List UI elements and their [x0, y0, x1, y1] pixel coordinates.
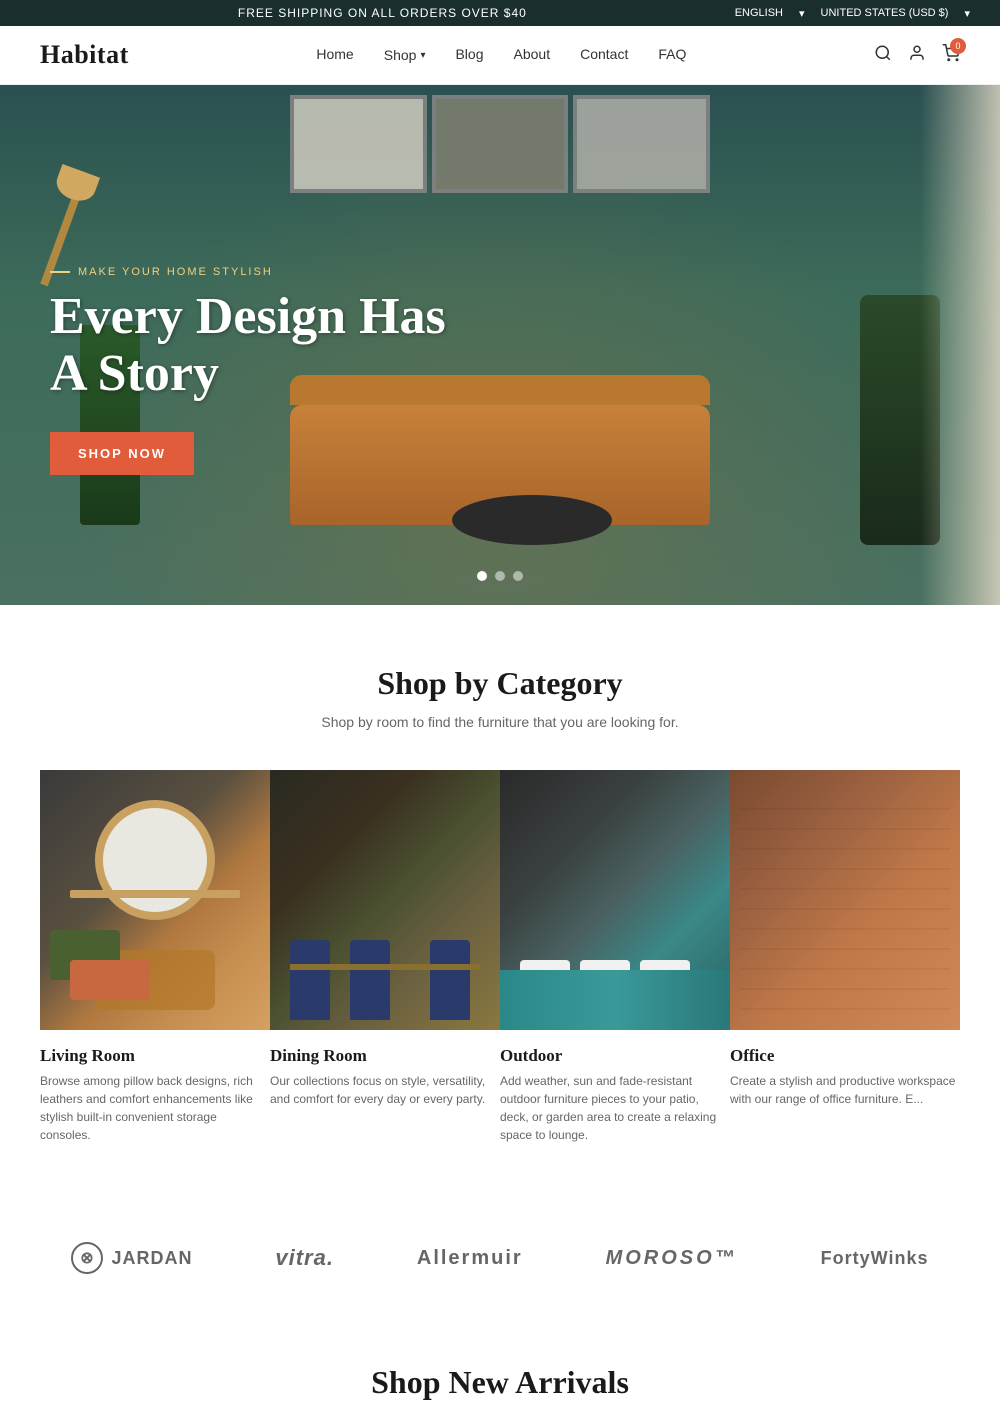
top-bar-announcement: FREE SHIPPING ON ALL ORDERS OVER $40	[30, 6, 735, 20]
category-name-dining: Dining Room	[270, 1046, 500, 1066]
nav-faq[interactable]: FAQ	[658, 46, 686, 62]
category-card-outdoor[interactable]: Outdoor Add weather, sun and fade-resist…	[500, 770, 730, 1152]
category-desc-office: Create a stylish and productive workspac…	[730, 1072, 960, 1108]
jardan-icon: ⊗	[71, 1242, 103, 1274]
dining-table	[290, 964, 480, 970]
brand-jardan[interactable]: ⊗ JARDAN	[71, 1242, 192, 1274]
hero-title: Every Design Has A Story	[50, 288, 450, 402]
hero-dot-2[interactable]	[495, 571, 505, 581]
brands-section: ⊗ JARDAN vitra. Allermuir MOROSO™ FortyW…	[0, 1192, 1000, 1324]
account-icon[interactable]	[908, 44, 926, 67]
category-section-subtitle: Shop by room to find the furniture that …	[40, 714, 960, 730]
brand-fortywinks[interactable]: FortyWinks	[821, 1248, 929, 1269]
allermuir-label: Allermuir	[417, 1247, 523, 1269]
category-img-dining	[270, 770, 500, 1030]
category-card-dining[interactable]: Dining Room Our collections focus on sty…	[270, 770, 500, 1152]
language-arrow: ▾	[799, 7, 805, 20]
brand-vitra[interactable]: vitra.	[275, 1245, 334, 1271]
fortywinks-label: FortyWinks	[821, 1248, 929, 1268]
cushion-orange	[70, 960, 150, 1000]
hero-frame-3	[573, 95, 710, 193]
brand-moroso[interactable]: MOROSO™	[606, 1247, 738, 1270]
brands-row: ⊗ JARDAN vitra. Allermuir MOROSO™ FortyW…	[40, 1242, 960, 1274]
nav-blog[interactable]: Blog	[455, 46, 483, 62]
category-info-living: Living Room Browse among pillow back des…	[40, 1030, 270, 1152]
jardan-label: JARDAN	[111, 1248, 192, 1269]
nav-contact[interactable]: Contact	[580, 46, 628, 62]
category-desc-outdoor: Add weather, sun and fade-resistant outd…	[500, 1072, 730, 1144]
dining-chair-2	[350, 940, 390, 1020]
language-selector[interactable]: ENGLISH	[735, 7, 783, 19]
hero-frame-1	[290, 95, 427, 193]
nav-shop[interactable]: Shop ▾	[384, 47, 426, 63]
category-img-office	[730, 770, 960, 1030]
hero-dot-3[interactable]	[513, 571, 523, 581]
header: Habitat Home Shop ▾ Blog About Contact F…	[0, 26, 1000, 85]
cart-badge: 0	[950, 38, 966, 54]
hero-section: MAKE YOUR HOME STYLISH Every Design Has …	[0, 85, 1000, 605]
hero-slider-dots	[477, 571, 523, 581]
pool-decoration	[500, 970, 730, 1030]
hero-eyebrow: MAKE YOUR HOME STYLISH	[50, 266, 450, 278]
search-icon[interactable]	[874, 44, 892, 67]
category-section-title: Shop by Category	[40, 665, 960, 702]
mirror-decoration	[95, 800, 215, 920]
category-section: Shop by Category Shop by room to find th…	[0, 605, 1000, 1192]
hero-frame-2	[432, 95, 569, 193]
vitra-label: vitra.	[275, 1245, 334, 1270]
category-name-outdoor: Outdoor	[500, 1046, 730, 1066]
category-name-office: Office	[730, 1046, 960, 1066]
nav-home[interactable]: Home	[316, 46, 353, 62]
category-img-outdoor	[500, 770, 730, 1030]
category-name-living: Living Room	[40, 1046, 270, 1066]
main-nav: Home Shop ▾ Blog About Contact FAQ	[316, 46, 686, 64]
site-logo[interactable]: Habitat	[40, 40, 129, 70]
moroso-label: MOROSO™	[606, 1247, 738, 1269]
cart-icon[interactable]: 0	[942, 44, 960, 67]
currency-selector[interactable]: UNITED STATES (USD $)	[821, 7, 949, 19]
category-img-living	[40, 770, 270, 1030]
hero-content: MAKE YOUR HOME STYLISH Every Design Has …	[50, 266, 450, 475]
shelf-decoration	[70, 890, 240, 898]
category-info-outdoor: Outdoor Add weather, sun and fade-resist…	[500, 1030, 730, 1152]
top-bar-right: ENGLISH ▾ UNITED STATES (USD $) ▾	[735, 7, 970, 20]
arrivals-title: Shop New Arrivals	[40, 1364, 960, 1401]
office-pattern	[740, 790, 950, 1010]
category-desc-living: Browse among pillow back designs, rich l…	[40, 1072, 270, 1144]
hero-curtain	[920, 85, 1000, 605]
category-desc-dining: Our collections focus on style, versatil…	[270, 1072, 500, 1108]
dining-chair-3	[430, 940, 470, 1020]
top-bar: FREE SHIPPING ON ALL ORDERS OVER $40 ENG…	[0, 0, 1000, 26]
category-info-dining: Dining Room Our collections focus on sty…	[270, 1030, 500, 1116]
arrivals-section: Shop New Arrivals	[0, 1324, 1000, 1421]
header-icons: 0	[874, 44, 960, 67]
hero-coffee-table	[452, 495, 612, 545]
nav-about[interactable]: About	[514, 46, 551, 62]
hero-dot-1[interactable]	[477, 571, 487, 581]
dining-chair-1	[290, 940, 330, 1020]
shop-now-button[interactable]: SHOP NOW	[50, 432, 194, 475]
category-info-office: Office Create a stylish and productive w…	[730, 1030, 960, 1116]
category-card-living[interactable]: Living Room Browse among pillow back des…	[40, 770, 270, 1152]
category-grid: Living Room Browse among pillow back des…	[40, 770, 960, 1152]
shop-dropdown-arrow: ▾	[420, 50, 425, 61]
category-card-office[interactable]: Office Create a stylish and productive w…	[730, 770, 960, 1152]
currency-arrow: ▾	[964, 7, 970, 20]
brand-allermuir[interactable]: Allermuir	[417, 1247, 523, 1270]
